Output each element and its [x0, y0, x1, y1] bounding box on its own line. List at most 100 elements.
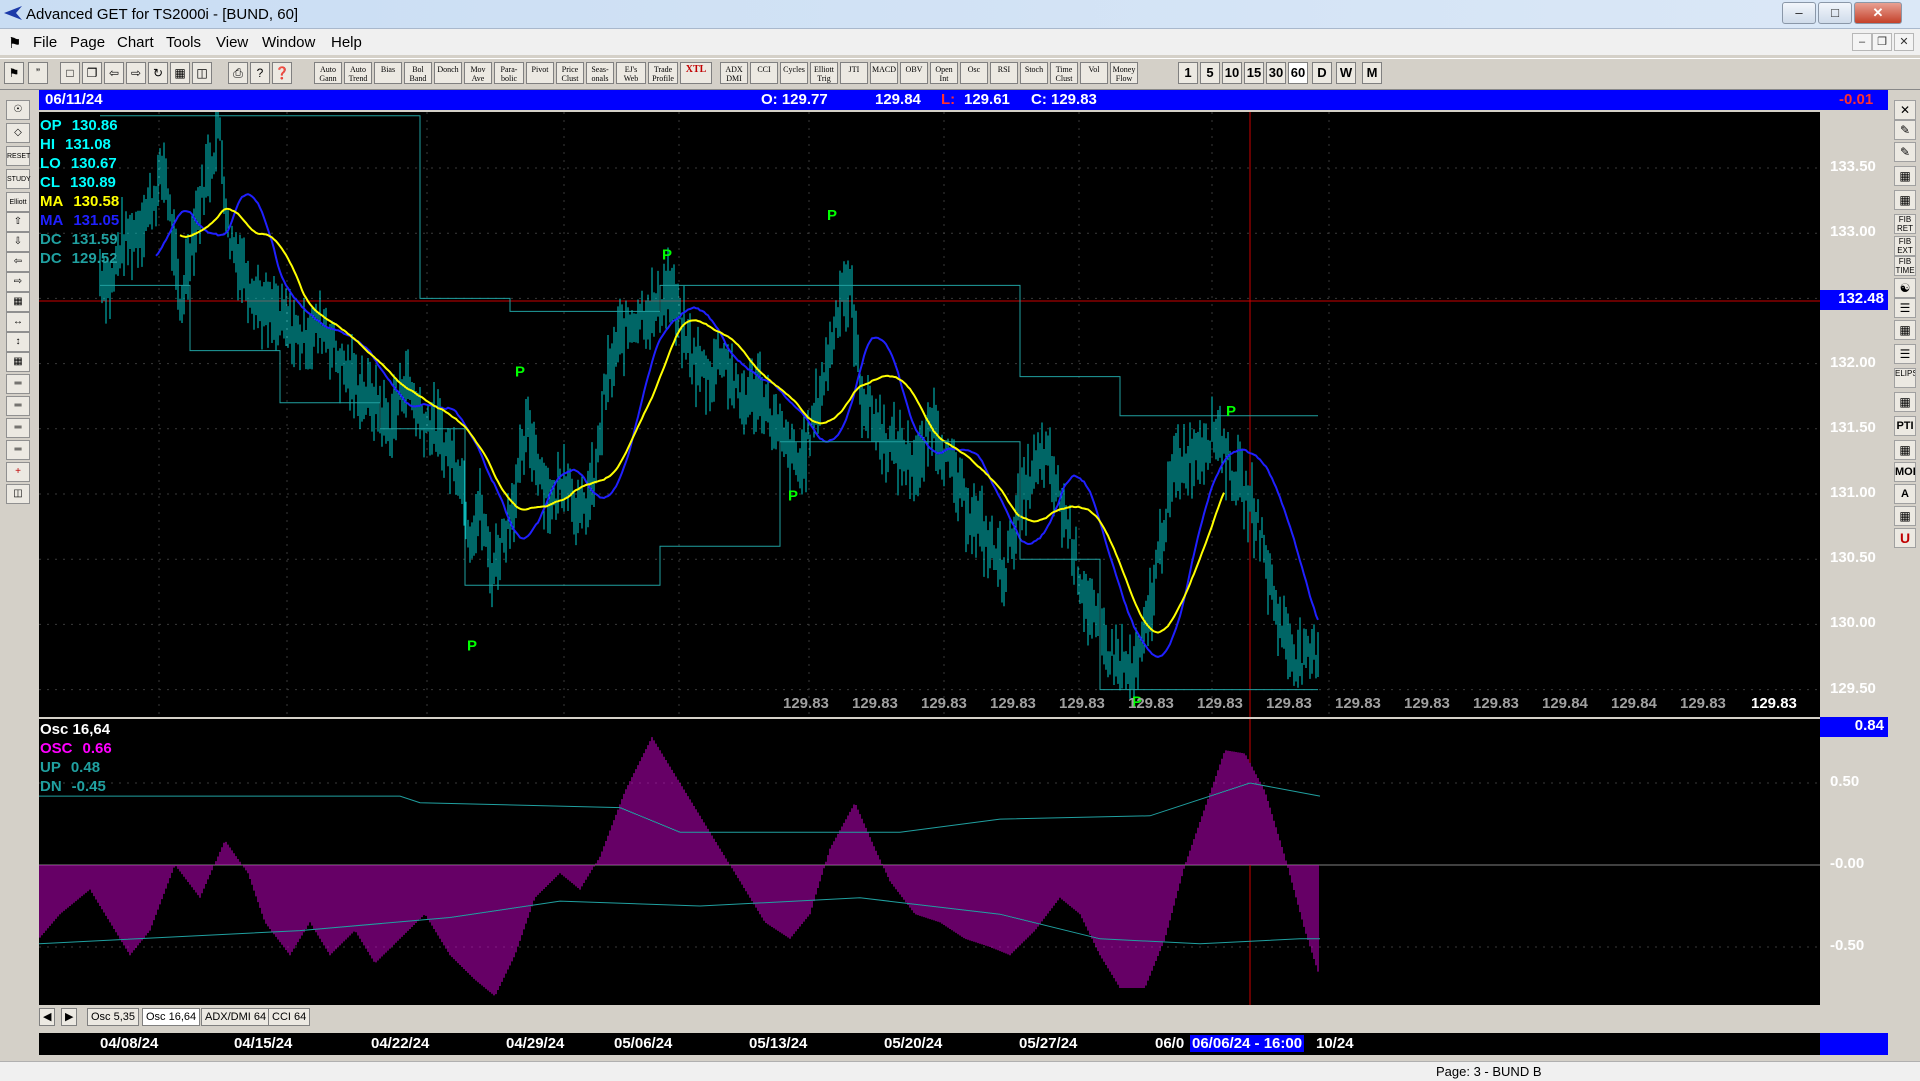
interval-button-D[interactable]: D [1312, 62, 1332, 84]
interval-button-30[interactable]: 30 [1266, 62, 1286, 84]
right-tool-a[interactable]: A [1894, 484, 1916, 504]
study-button-22[interactable]: RSI [990, 62, 1018, 84]
print-icon[interactable]: ⎙ [228, 62, 248, 84]
tab-adx-dmi-64[interactable]: ADX/DMI 64 [201, 1008, 271, 1026]
study-button-7[interactable]: Pivot [526, 62, 554, 84]
tab-osc-5-35[interactable]: Osc 5,35 [87, 1008, 140, 1026]
left-tool-0[interactable]: ☉ [6, 100, 30, 120]
study-button-15[interactable]: Cycles [780, 62, 808, 84]
left-tool-8[interactable]: ⇨ [6, 272, 30, 292]
left-tool-11[interactable]: ↕ [6, 332, 30, 352]
refresh-icon[interactable]: ↻ [148, 62, 168, 84]
interval-button-10[interactable]: 10 [1222, 62, 1242, 84]
oscillator-chart[interactable] [38, 719, 1820, 1005]
left-tool-18[interactable]: ◫ [6, 484, 30, 504]
right-tool-2[interactable]: ✎ [1894, 142, 1916, 162]
right-tool-11[interactable]: ☰ [1894, 344, 1916, 364]
left-tool-study[interactable]: STUDY [6, 169, 31, 189]
study-button-18[interactable]: MACD [870, 62, 898, 84]
interval-button-5[interactable]: 5 [1200, 62, 1220, 84]
menu-view[interactable]: View [216, 34, 248, 51]
right-tool-13[interactable]: ▦ [1894, 392, 1916, 412]
study-button-9[interactable]: Seas-onals [586, 62, 614, 84]
study-button-17[interactable]: JTI [840, 62, 868, 84]
layout-icon[interactable]: ◫ [192, 62, 212, 84]
left-tool-12[interactable]: ▦ [6, 352, 30, 372]
study-button-2[interactable]: Bias [374, 62, 402, 84]
study-button-24[interactable]: Time Clust [1050, 62, 1078, 84]
study-button-16[interactable]: Elliott Trig [810, 62, 838, 84]
study-button-13[interactable]: ADX DMI [720, 62, 748, 84]
left-tool-5[interactable]: ⇧ [6, 212, 30, 232]
right-tool-pti[interactable]: PTI [1894, 416, 1916, 436]
study-button-0[interactable]: Auto Gann [314, 62, 342, 84]
menu-file[interactable]: File [33, 34, 57, 51]
right-tool-u[interactable]: U [1894, 528, 1916, 548]
right-tool-0[interactable]: ✕ [1894, 100, 1916, 120]
left-tool-elliott[interactable]: Elliott [6, 192, 30, 212]
quote-icon[interactable]: ” [28, 62, 48, 84]
forward-icon[interactable]: ⇨ [126, 62, 146, 84]
tab-scroll-right[interactable]: ▶ [61, 1008, 78, 1026]
right-tool-elips[interactable]: ELIPS [1894, 368, 1916, 388]
new-page-icon[interactable]: □ [60, 62, 80, 84]
right-tool-10[interactable]: ▦ [1894, 320, 1916, 340]
study-button-12[interactable]: XTL [680, 62, 712, 84]
right-tool-15[interactable]: ▦ [1894, 440, 1916, 460]
oscillator-pane[interactable] [38, 719, 1820, 1005]
menu-window[interactable]: Window [262, 34, 315, 51]
close-button[interactable]: ✕ [1854, 2, 1902, 24]
tab-cci-64[interactable]: CCI 64 [268, 1008, 311, 1026]
left-tool-14[interactable]: ═ [6, 396, 30, 416]
menu-page[interactable]: Page [70, 34, 105, 51]
study-button-8[interactable]: Price Clust [556, 62, 584, 84]
copy-icon[interactable]: ❐ [82, 62, 102, 84]
help-icon[interactable]: ? [250, 62, 270, 84]
right-tool-3[interactable]: ▦ [1894, 166, 1916, 186]
menu-chart[interactable]: Chart [117, 34, 154, 51]
study-button-3[interactable]: Bol Band [404, 62, 432, 84]
study-button-21[interactable]: Osc [960, 62, 988, 84]
interval-button-60[interactable]: 60 [1288, 62, 1308, 84]
study-button-26[interactable]: Money Flow [1110, 62, 1138, 84]
price-chart[interactable]: PPPPPPP [39, 110, 1820, 717]
price-chart-pane[interactable]: PPPPPPP [39, 110, 1820, 717]
right-tool-8[interactable]: ☯ [1894, 278, 1916, 298]
mdi-close-button[interactable]: ✕ [1894, 33, 1914, 51]
right-tool-4[interactable]: ▦ [1894, 190, 1916, 210]
tab-scroll-left[interactable]: ◀ [39, 1008, 56, 1026]
left-tool-15[interactable]: ═ [6, 418, 30, 438]
right-tool-fib-ext[interactable]: FIB EXT [1894, 236, 1916, 256]
right-tool-9[interactable]: ☰ [1894, 298, 1916, 318]
pointer-icon[interactable]: ⚑ [4, 62, 24, 84]
context-help-icon[interactable]: ❓ [272, 62, 292, 84]
grid-icon[interactable]: ▦ [170, 62, 190, 84]
minimize-button[interactable]: – [1782, 2, 1816, 24]
menu-help[interactable]: Help [331, 34, 362, 51]
maximize-button[interactable]: □ [1818, 2, 1852, 24]
study-button-1[interactable]: Auto Trend [344, 62, 372, 84]
left-tool-1[interactable]: ◇ [6, 123, 30, 143]
study-button-11[interactable]: Trade Profile [648, 62, 678, 84]
right-tool-mob[interactable]: MOB [1894, 462, 1916, 482]
interval-button-1[interactable]: 1 [1178, 62, 1198, 84]
study-button-23[interactable]: Stoch [1020, 62, 1048, 84]
study-button-4[interactable]: Donch [434, 62, 462, 84]
left-tool-17[interactable]: + [6, 462, 30, 482]
menu-doc-icon[interactable]: ⚑ [8, 34, 21, 52]
study-button-6[interactable]: Para-bolic [494, 62, 524, 84]
mdi-minimize-button[interactable]: – [1852, 33, 1872, 51]
right-tool-fib-time[interactable]: FIB TIME [1894, 256, 1916, 276]
right-tool-1[interactable]: ✎ [1894, 120, 1916, 140]
left-tool-reset[interactable]: RESET [6, 146, 30, 166]
tab-osc-16-64[interactable]: Osc 16,64 [142, 1008, 201, 1026]
study-button-10[interactable]: EJ's Web [616, 62, 646, 84]
back-icon[interactable]: ⇦ [104, 62, 124, 84]
right-tool-fib-ret[interactable]: FIB RET [1894, 214, 1916, 234]
study-button-14[interactable]: CCI [750, 62, 778, 84]
interval-button-15[interactable]: 15 [1244, 62, 1264, 84]
study-button-19[interactable]: OBV [900, 62, 928, 84]
left-tool-10[interactable]: ↔ [6, 312, 30, 332]
menu-tools[interactable]: Tools [166, 34, 201, 51]
left-tool-9[interactable]: ▦ [6, 292, 30, 312]
